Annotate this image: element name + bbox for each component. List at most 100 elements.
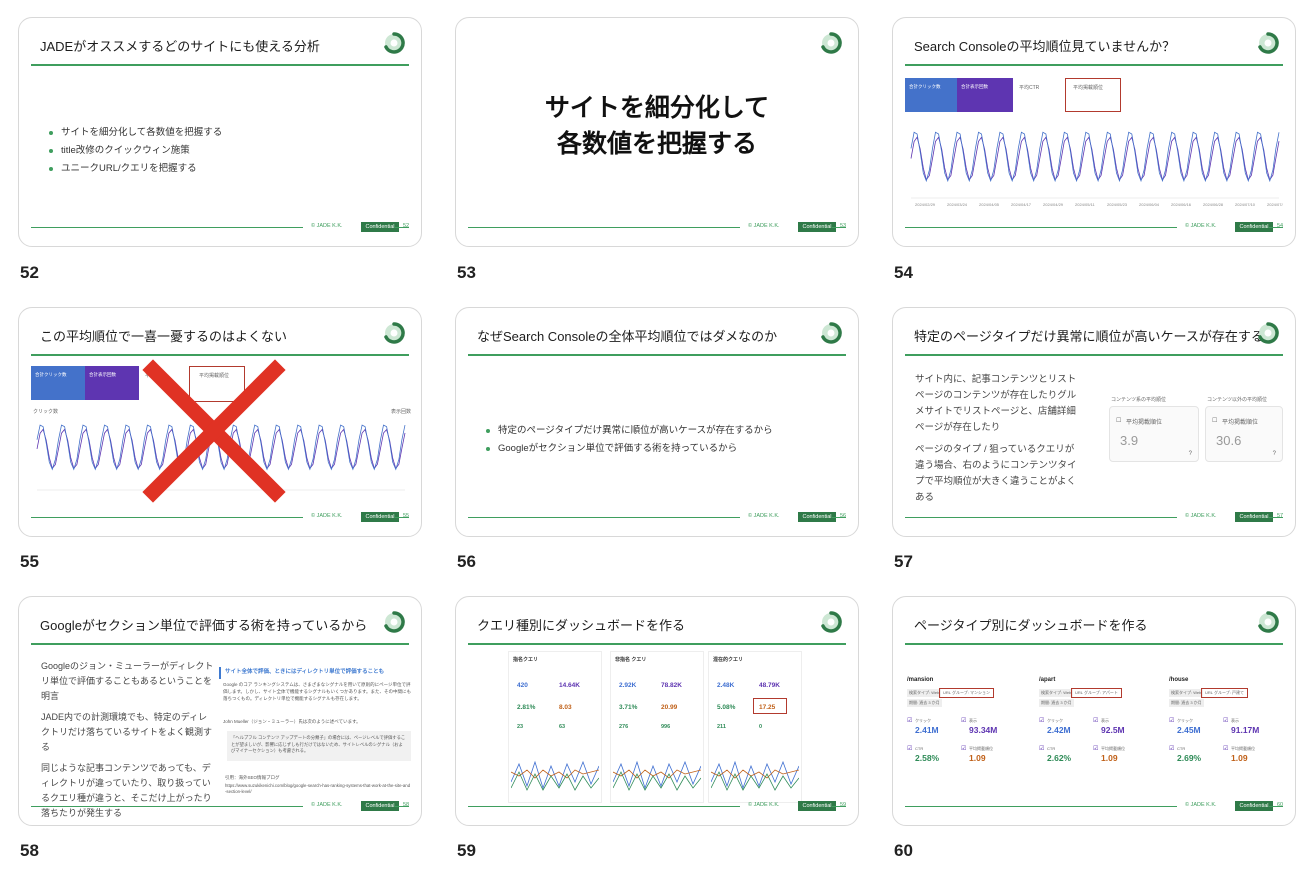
gsc-performance-chart: 2024/02/29 2024/03/24 2024/04/05 2024/04/17… (910, 131, 1283, 207)
footer-company: © JADE K.K. (1185, 802, 1217, 808)
slide-52[interactable]: JADEがオススメするどのサイトにも使える分析 サイトを細分化して各数値を把握す… (18, 17, 422, 247)
bullet-item: Googleがセクション単位で評価する術を持っているから (484, 440, 773, 458)
slide-59[interactable]: クエリ種別にダッシュボードを作る 指名クエリ 420 14.64K 2.81% 8.03… (455, 596, 859, 826)
jade-logo-icon (383, 611, 405, 633)
slide-55[interactable]: この平均順位で一喜一憂するのはよくない 合計クリック数 合計表示回数 平均 CT… (18, 307, 422, 537)
panel-line-chart (511, 760, 599, 791)
metric-label: クリック (1047, 718, 1063, 723)
title-rule (905, 643, 1283, 645)
paragraph: ページのタイプ / 狙っているクエリが違う場合、右のようにコンテンツタイプで平均… (915, 444, 1077, 503)
bullet-item: title改修のクイックウィン施策 (47, 142, 222, 160)
metric-label: CTR (915, 746, 924, 751)
red-x-icon (142, 359, 286, 503)
ctr-value: 3.71% (619, 704, 638, 711)
jade-logo-icon (820, 32, 842, 54)
metric-label: クリック (1177, 718, 1193, 723)
slide-54[interactable]: Search Consoleの平均順位見ていませんか？ 合計クリック数 合計表示… (892, 17, 1296, 247)
confidential-badge: Confidential (361, 222, 399, 232)
panel-title: 非指名 クエリ (615, 657, 647, 663)
search-type-chip: 検索タイプ: Web (1039, 689, 1074, 697)
impressions-value: 14.64K (559, 682, 580, 689)
confidential-badge: Confidential (798, 801, 836, 811)
title-rule (905, 354, 1283, 356)
clicks-value: 2.45M (1177, 725, 1201, 735)
slide-57[interactable]: 特定のページタイプだけ異常に順位が高いケースが存在する サイト内に、記事コンテン… (892, 307, 1296, 537)
slide-footer: © JADE K.K. Confidential 58 (31, 801, 409, 813)
gsc-tab-clicks: 合計クリック数 (905, 78, 957, 112)
page-number: 55 (403, 513, 410, 519)
page-number: 60 (1277, 802, 1284, 808)
query-dashboard-panel: 混在的クエリ 2.48K 48.79K 5.08% 17.25 211 0 (708, 651, 802, 803)
confidential-badge: Confidential (1235, 222, 1273, 232)
slide-title: ページタイプ別にダッシュボードを作る (914, 618, 1148, 633)
x-tick-label: 2024/06/04 (1139, 202, 1160, 207)
footer-company: © JADE K.K. (748, 513, 780, 519)
slide-56[interactable]: なぜSearch Consoleの全体平均順位ではダメなのか 特定のページタイプ… (455, 307, 859, 537)
page-number: 58 (403, 802, 410, 808)
gsc-tab-ctr: 平均CTR (1019, 85, 1040, 91)
footer-company: © JADE K.K. (311, 802, 343, 808)
url-group-filter[interactable]: URL グループ: マンション (939, 688, 994, 698)
jade-logo-icon (383, 322, 405, 344)
slide-number-label: 59 (457, 841, 476, 860)
metric-label: 平均掲載順位 (1101, 746, 1125, 751)
checkbox-icon: ☑ (1093, 718, 1099, 724)
checkbox-icon: ☑ (1223, 718, 1229, 724)
title-rule (468, 354, 846, 356)
slide-title: クエリ種別にダッシュボードを作る (477, 618, 686, 633)
tab-label: 合計クリック数 (909, 84, 941, 89)
ctr-value: 5.08% (717, 704, 736, 711)
metric-value: 3.9 (1120, 433, 1139, 448)
url-group-filter[interactable]: URL グループ: アパート (1071, 688, 1122, 698)
metric-value: 30.6 (1216, 433, 1242, 448)
metric-card: ☐ 平均掲載順位 30.6 ? (1205, 406, 1283, 462)
quote-title: サイト全体で評価、ときにはディレクトリ単位で評価することも (225, 669, 385, 675)
quote-ref: 引用：海外SEO情報ブログ (225, 775, 280, 780)
jade-logo-icon (1257, 322, 1279, 344)
metric-label: 平均掲載順位 (1126, 420, 1163, 426)
search-type-chip: 検索タイプ: Web (907, 689, 942, 697)
page-number: 54 (1277, 223, 1284, 229)
panel-title: 指名クエリ (513, 657, 539, 663)
footer-company: © JADE K.K. (1185, 513, 1217, 519)
impressions-value: 91.17M (1231, 725, 1260, 735)
slide-title: JADEがオススメするどのサイトにも使える分析 (40, 39, 320, 54)
checkbox-icon: ☐ (1212, 418, 1218, 424)
metric-label: 表示 (1231, 718, 1239, 723)
ctr-value: 2.81% (517, 704, 536, 711)
paragraph: JADE内での計測環境でも、特定のディレクトリだけ落ちているサイトをよく観測する (41, 712, 213, 752)
checkbox-icon: ☑ (961, 718, 967, 724)
checkbox-icon: ☑ (1093, 746, 1099, 752)
quote-inner: 「ヘルプフル コンテンツ アップデートの分類子」の場合には、ページレベルで評価す… (227, 731, 411, 761)
position-value: 1.09 (1101, 753, 1118, 763)
slide-title: なぜSearch Consoleの全体平均順位ではダメなのか (477, 329, 778, 344)
slide-title: Googleがセクション単位で評価する術を持っているから (40, 618, 368, 633)
checkbox-icon: ☑ (1039, 746, 1045, 752)
position-value: 1.09 (969, 753, 986, 763)
slide-60[interactable]: ページタイプ別にダッシュボードを作る /mansion 検索タイプ: Web URL… (892, 596, 1296, 826)
period-chip: 期間: 過去 3 か月 (907, 699, 942, 707)
ctr-value: 2.58% (915, 753, 940, 763)
search-type-chip: 検索タイプ: Web (1169, 689, 1204, 697)
position-value: 8.03 (559, 704, 572, 711)
impressions-value: 93.34M (969, 725, 998, 735)
url-group-filter[interactable]: URL グループ: 戸建て (1201, 688, 1248, 698)
path-label: /apart (1039, 677, 1056, 683)
section-heading: サイトを細分化して 各数値を把握する (456, 90, 858, 162)
slide-footer: © JADE K.K. Confidential 56 (468, 512, 846, 524)
x-tick-label: 2024/07/22 (1267, 202, 1283, 207)
panel-title: 混在的クエリ (713, 657, 744, 663)
count-value: 0 (759, 724, 763, 730)
paragraph: サイト内に、記事コンテンツとリストページのコンテンツが存在したりグルメサイトでリ… (915, 374, 1077, 433)
slide-number-label: 57 (894, 552, 913, 571)
position-value: 1.09 (1231, 753, 1248, 763)
pagetype-dashboard-panel: /apart 検索タイプ: Web URL グループ: アパート 期間: 過去 3 か… (1037, 675, 1155, 771)
slide-58[interactable]: Googleがセクション単位で評価する術を持っているから Googleのジョン・… (18, 596, 422, 826)
card-heading: コンテンツ以外の平均順位 (1207, 397, 1268, 403)
x-tick-label: 2024/04/29 (1043, 202, 1064, 207)
quote-url[interactable]: https://www.suzukikenichi.com/blog/googl… (225, 783, 411, 795)
slide-footer: © JADE K.K. Confidential 52 (31, 222, 409, 234)
confidential-badge: Confidential (798, 512, 836, 522)
slide-53[interactable]: サイトを細分化して 各数値を把握する © JADE K.K. Confident… (455, 17, 859, 247)
metric-card: ☐ 平均掲載順位 3.9 ? (1109, 406, 1199, 462)
